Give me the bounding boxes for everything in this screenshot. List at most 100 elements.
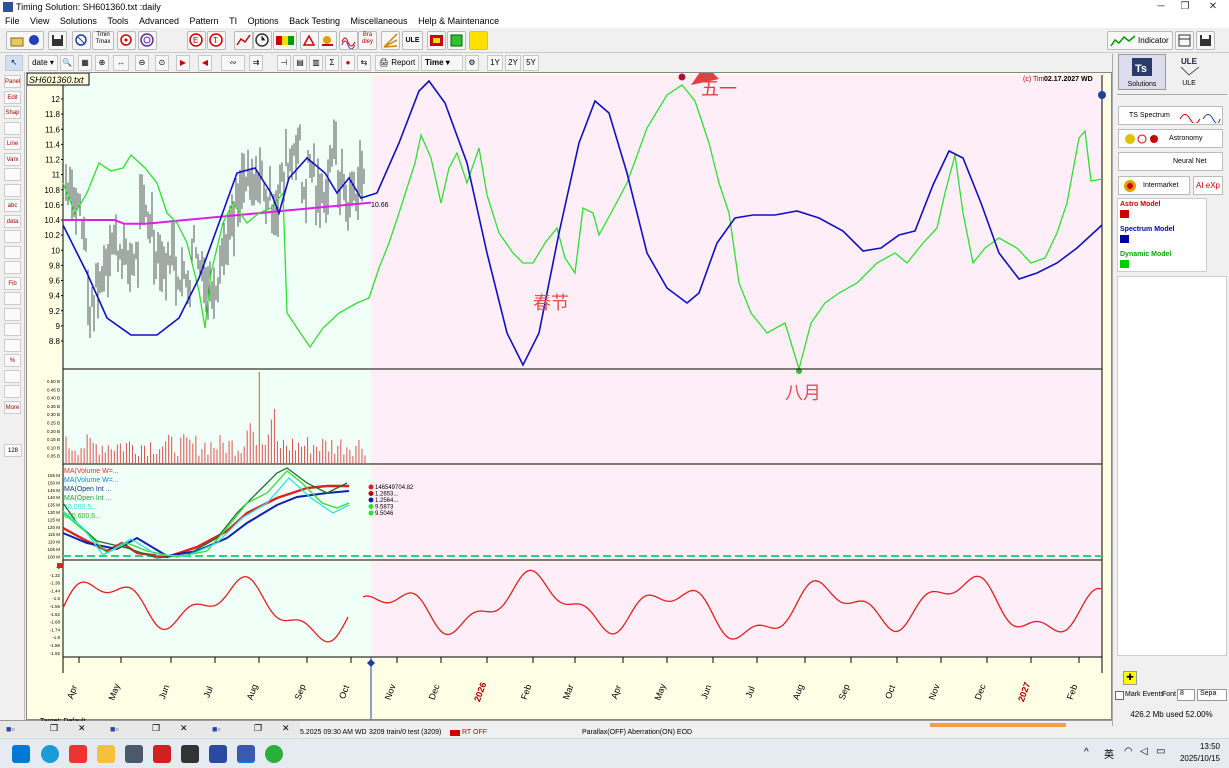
- volume-icon[interactable]: ◁: [1140, 746, 1148, 757]
- zoom-out-icon[interactable]: ⊖: [135, 55, 149, 71]
- chess-icon[interactable]: [181, 745, 199, 763]
- chart-stats-icon[interactable]: ▥: [309, 55, 323, 71]
- ai-exp-button[interactable]: AI eXp: [1193, 176, 1223, 195]
- left-tool-7[interactable]: [4, 183, 21, 197]
- zoom-in-tool-icon[interactable]: ⊕: [95, 55, 109, 71]
- menu-view[interactable]: View: [30, 14, 49, 28]
- document-icon[interactable]: ▤: [293, 55, 307, 71]
- menu-file[interactable]: File: [5, 14, 20, 28]
- chart-canvas[interactable]: SH601360.txt (c) Tim 02.17.2027 WD 12 11.8 11…: [27, 73, 1111, 719]
- zoom-reset-icon[interactable]: ⊙: [155, 55, 169, 71]
- layout-icon[interactable]: [1175, 31, 1194, 50]
- left-tool-17[interactable]: [4, 338, 21, 352]
- font-size-stepper[interactable]: 8: [1177, 689, 1195, 701]
- left-tool-5[interactable]: Varx: [4, 152, 21, 166]
- range-5y-button[interactable]: 5Y: [523, 55, 539, 71]
- left-tool-10[interactable]: [4, 230, 21, 243]
- ime-indicator[interactable]: 英: [1104, 746, 1114, 761]
- menu-help[interactable]: Help & Maintenance: [418, 14, 499, 28]
- shield-app-icon[interactable]: [209, 745, 227, 763]
- grid-icon[interactable]: [72, 31, 91, 50]
- left-tool-11[interactable]: [4, 245, 21, 259]
- date-select[interactable]: date ▾: [28, 55, 58, 71]
- folder-icon[interactable]: [97, 745, 115, 763]
- left-tool-9[interactable]: data: [4, 214, 21, 228]
- start-icon[interactable]: [12, 745, 30, 763]
- zodiac-icon[interactable]: [138, 31, 157, 50]
- maximize-button[interactable]: ❐: [1172, 0, 1198, 14]
- fan-icon[interactable]: [381, 31, 400, 50]
- edge-icon[interactable]: [41, 745, 59, 763]
- network-icon[interactable]: ◠: [1124, 746, 1133, 757]
- chart-line-icon[interactable]: [234, 31, 253, 50]
- zoom-tool-icon[interactable]: 🔍: [60, 55, 74, 71]
- mark-events-checkbox[interactable]: [1115, 691, 1124, 700]
- time-select[interactable]: Time ▾: [421, 55, 463, 71]
- left-tool-13[interactable]: Fib: [4, 276, 21, 290]
- report-button[interactable]: 🖨 Report: [375, 55, 419, 71]
- calculator-icon[interactable]: [125, 745, 143, 763]
- bradley-button[interactable]: Bra dley: [358, 31, 377, 50]
- timing-solution-taskbar-icon[interactable]: [237, 745, 255, 763]
- range-2y-button[interactable]: 2Y: [505, 55, 521, 71]
- save-layout-icon[interactable]: [1196, 31, 1215, 50]
- transit-icon[interactable]: T: [207, 31, 226, 50]
- menu-advanced[interactable]: Advanced: [139, 14, 179, 28]
- range-1y-button[interactable]: 1Y: [487, 55, 503, 71]
- left-tool-8[interactable]: abc: [4, 199, 21, 212]
- left-tool-1[interactable]: Edit: [4, 90, 21, 104]
- chart-area[interactable]: SH601360.txt (c) Tim 02.17.2027 WD 12 11.8 11…: [26, 72, 1112, 720]
- align-tool-icon[interactable]: ⇉: [249, 55, 263, 71]
- left-tool-3[interactable]: [4, 121, 21, 135]
- zoom-level[interactable]: 128: [4, 444, 22, 457]
- scroll-right-icon[interactable]: ▶: [176, 55, 190, 71]
- arrows-icon[interactable]: ⇆: [357, 55, 371, 71]
- stock-app-icon[interactable]: [153, 745, 171, 763]
- green-box-icon[interactable]: [447, 31, 466, 50]
- sun-icon[interactable]: [318, 31, 337, 50]
- indicator-button[interactable]: Indicator: [1107, 31, 1173, 50]
- left-tool-16[interactable]: [4, 323, 21, 336]
- waves-icon[interactable]: [339, 31, 358, 50]
- left-tool-4[interactable]: Line: [4, 137, 21, 150]
- menu-back-testing[interactable]: Back Testing: [289, 14, 340, 28]
- left-tool-21[interactable]: More: [4, 400, 21, 414]
- left-tool-15[interactable]: [4, 307, 21, 321]
- intermarket-button[interactable]: Intermarket: [1118, 176, 1190, 195]
- separator-select[interactable]: Sepa: [1197, 689, 1227, 701]
- left-tool-6[interactable]: [4, 168, 21, 181]
- left-tool-14[interactable]: [4, 292, 21, 305]
- menu-tools[interactable]: Tools: [107, 14, 128, 28]
- mini-window-3-close[interactable]: ✕: [282, 723, 290, 734]
- tmin-tmax-button[interactable]: Tmin Tmax: [92, 31, 114, 50]
- spectrum-model-color[interactable]: [1120, 235, 1129, 243]
- close-button[interactable]: ✕: [1200, 0, 1226, 14]
- left-tool-2[interactable]: Shap: [4, 106, 21, 119]
- gear-icon[interactable]: ⚙: [465, 55, 479, 71]
- mini-window-3-restore[interactable]: ❐: [254, 723, 262, 734]
- ts-spectrum-button[interactable]: TS Spectrum: [1118, 106, 1223, 125]
- vertical-line-icon[interactable]: ⊣: [277, 55, 291, 71]
- left-tool-18[interactable]: %: [4, 354, 21, 367]
- mini-window-2-icon[interactable]: ■▫: [110, 724, 119, 734]
- cycle-icon[interactable]: [117, 31, 136, 50]
- scroll-left-icon[interactable]: ◀: [198, 55, 212, 71]
- tray-expand-icon[interactable]: ^: [1084, 747, 1089, 758]
- tools-icon[interactable]: ✚: [1123, 671, 1137, 685]
- neural-net-button[interactable]: Neural Net: [1118, 152, 1223, 171]
- sigma-icon[interactable]: Σ: [325, 55, 339, 71]
- open-project-button[interactable]: [6, 31, 44, 50]
- menu-options[interactable]: Options: [248, 14, 279, 28]
- record-icon[interactable]: ●: [341, 55, 355, 71]
- color-bars-icon[interactable]: [273, 31, 297, 50]
- menu-pattern[interactable]: Pattern: [190, 14, 219, 28]
- ule-tab[interactable]: ULE ULE: [1169, 54, 1209, 90]
- mini-window-1-close[interactable]: ✕: [78, 723, 86, 734]
- mini-window-1-restore[interactable]: ❐: [50, 723, 58, 734]
- left-tool-0[interactable]: Panel: [4, 75, 21, 88]
- menu-miscellaneous[interactable]: Miscellaneous: [351, 14, 408, 28]
- music-icon[interactable]: [69, 745, 87, 763]
- ule-color-icon[interactable]: [427, 31, 446, 50]
- ule-button[interactable]: ULE: [402, 31, 423, 50]
- dynamic-model-color[interactable]: [1120, 260, 1129, 268]
